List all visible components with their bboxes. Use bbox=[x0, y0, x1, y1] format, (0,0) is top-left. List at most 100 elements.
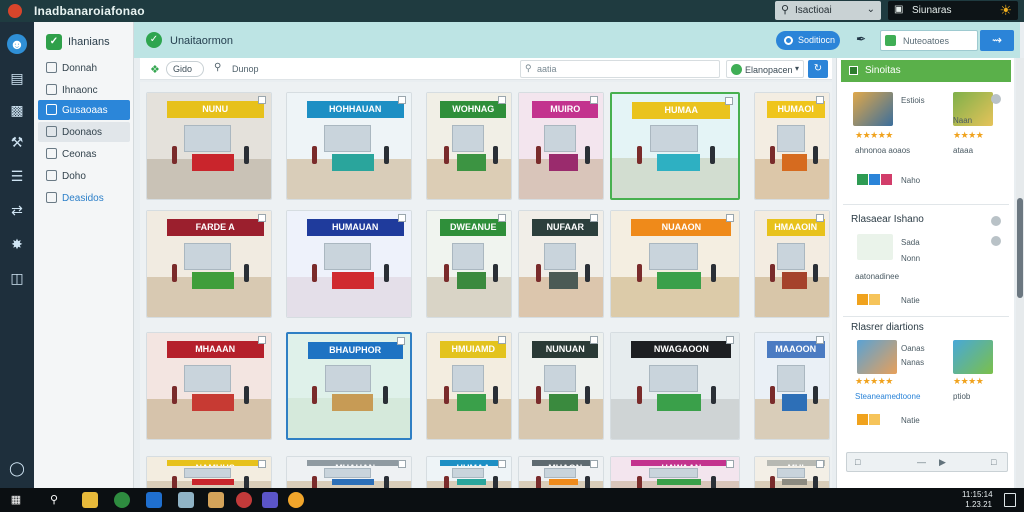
sidebar-item-3[interactable]: Gusaoaas bbox=[38, 100, 130, 120]
start-icon[interactable]: ▦ bbox=[8, 492, 24, 508]
store-design-card[interactable]: NAMUHS bbox=[146, 456, 272, 488]
flow-icon[interactable]: ⇄ bbox=[7, 200, 27, 220]
store-design-card[interactable]: NWAGAOON bbox=[610, 332, 740, 440]
select-checkbox[interactable] bbox=[590, 460, 598, 468]
panel-entry-1[interactable]: Estiois Naan ★★★★★ ★★★★ ahnonoa aoaos at… bbox=[843, 90, 1009, 190]
select-checkbox[interactable] bbox=[816, 214, 824, 222]
wrench-icon[interactable]: ⚒ bbox=[7, 132, 27, 152]
select-checkbox[interactable] bbox=[498, 214, 506, 222]
store-design-card[interactable]: HAWAAN bbox=[610, 456, 740, 488]
store-design-card[interactable]: FARDE A bbox=[146, 210, 272, 318]
pen-icon[interactable]: ✒ bbox=[856, 32, 866, 46]
sliders-icon[interactable]: ☰ bbox=[7, 166, 27, 186]
filter-search-label[interactable]: Dunop bbox=[232, 64, 259, 74]
browser-icon[interactable] bbox=[146, 492, 162, 508]
stack-icon[interactable]: ▤ bbox=[7, 68, 27, 88]
window-icon[interactable] bbox=[178, 492, 194, 508]
sidebar-item-4[interactable]: Doonaos bbox=[38, 122, 130, 142]
entry-meta[interactable]: Steaneamedtoone bbox=[855, 392, 920, 401]
store-design-card[interactable]: MUI bbox=[754, 456, 830, 488]
header-search-input[interactable]: Nuteoatoes bbox=[880, 30, 978, 51]
filter-select[interactable]: Elanopacen ▾ bbox=[726, 60, 804, 78]
panel-entry-3[interactable]: Oanas Nanas ★★★★★ ★★★★ Steaneamedtoone p… bbox=[843, 338, 1009, 438]
select-checkbox[interactable] bbox=[498, 96, 506, 104]
select-checkbox[interactable] bbox=[398, 214, 406, 222]
folder-icon[interactable] bbox=[82, 492, 98, 508]
sun-icon[interactable]: ☀ bbox=[999, 2, 1012, 19]
info-dot-icon[interactable] bbox=[991, 236, 1001, 246]
play-icon[interactable]: ▶ bbox=[939, 457, 946, 468]
select-checkbox[interactable] bbox=[258, 96, 266, 104]
account-button[interactable]: ▣ Siunaras ☀ bbox=[888, 1, 1018, 20]
app-icon[interactable] bbox=[114, 492, 130, 508]
select-checkbox[interactable] bbox=[397, 337, 405, 345]
files-icon[interactable] bbox=[208, 492, 224, 508]
notification-icon[interactable] bbox=[1004, 493, 1016, 507]
select-checkbox[interactable] bbox=[726, 460, 734, 468]
store-design-card[interactable]: NUAAON bbox=[610, 210, 740, 318]
select-checkbox[interactable] bbox=[816, 96, 824, 104]
store-design-card[interactable]: HUMAA bbox=[610, 92, 740, 200]
store-icon[interactable] bbox=[262, 492, 278, 508]
avatar-icon[interactable]: ☻ bbox=[7, 34, 27, 54]
filter-chip[interactable]: Gido bbox=[166, 61, 204, 77]
select-checkbox[interactable] bbox=[498, 460, 506, 468]
select-checkbox[interactable] bbox=[258, 214, 266, 222]
status-pill-button[interactable]: Soditiocn bbox=[776, 31, 840, 50]
store-design-card[interactable]: HUMAOI bbox=[754, 92, 830, 200]
store-design-card[interactable]: DWEANUE bbox=[426, 210, 512, 318]
store-design-card[interactable]: NUNU bbox=[146, 92, 272, 200]
select-checkbox[interactable] bbox=[816, 336, 824, 344]
store-design-card[interactable]: WOHNAG bbox=[426, 92, 512, 200]
select-checkbox[interactable] bbox=[398, 460, 406, 468]
store-design-card[interactable]: NUFAAR bbox=[518, 210, 604, 318]
select-checkbox[interactable] bbox=[725, 97, 733, 105]
select-checkbox[interactable] bbox=[258, 336, 266, 344]
vertical-scrollbar[interactable] bbox=[1016, 58, 1024, 488]
leaf-icon[interactable]: ❖ bbox=[150, 63, 160, 76]
shield-icon[interactable] bbox=[236, 492, 252, 508]
select-checkbox[interactable] bbox=[590, 96, 598, 104]
filter-search-input[interactable]: ⚲ aatia bbox=[520, 60, 720, 78]
search-go-button[interactable]: ⇝ bbox=[980, 30, 1014, 51]
square-icon[interactable]: □ bbox=[991, 457, 996, 467]
store-design-card[interactable]: MUAUAN bbox=[286, 456, 412, 488]
store-design-card[interactable]: MUIRO bbox=[518, 92, 604, 200]
select-checkbox[interactable] bbox=[726, 336, 734, 344]
store-design-card[interactable]: HUMAUAN bbox=[286, 210, 412, 318]
sidebar-item-6[interactable]: Doho bbox=[38, 166, 130, 186]
panel-entry-2[interactable]: Sada Nonn aatonadinee Natie bbox=[843, 232, 1009, 312]
store-design-card[interactable]: MUAON bbox=[518, 456, 604, 488]
sidebar-item-5[interactable]: Ceonas bbox=[38, 144, 130, 164]
store-design-card[interactable]: MAAOON bbox=[754, 332, 830, 440]
square-icon[interactable]: □ bbox=[855, 457, 860, 467]
sidebar-item-1[interactable]: Donnah bbox=[38, 58, 130, 78]
store-design-card[interactable]: HUMAA bbox=[426, 456, 512, 488]
title-search-dropdown[interactable]: ⚲ Isactioai ⌄ bbox=[775, 1, 881, 20]
store-design-card[interactable]: HMUIAMD bbox=[426, 332, 512, 440]
sidebar-item-7[interactable]: Deasidos bbox=[38, 188, 130, 208]
select-checkbox[interactable] bbox=[590, 214, 598, 222]
sidebar-item-2[interactable]: Ihnaonc bbox=[38, 80, 130, 100]
select-checkbox[interactable] bbox=[816, 460, 824, 468]
help-icon[interactable]: ◯ bbox=[7, 458, 27, 478]
storage-icon[interactable]: ◫ bbox=[7, 268, 27, 288]
media-control-bar[interactable]: □ ― ▶ □ bbox=[846, 452, 1008, 472]
store-design-card[interactable]: HOHHAUAN bbox=[286, 92, 412, 200]
store-design-card[interactable]: BHAUPHOR bbox=[286, 332, 412, 440]
store-design-card[interactable]: MHAAAN bbox=[146, 332, 272, 440]
layers-icon[interactable]: ▩ bbox=[7, 100, 27, 120]
info-dot-icon[interactable] bbox=[991, 94, 1001, 104]
puzzle-icon[interactable]: ✸ bbox=[7, 234, 27, 254]
select-checkbox[interactable] bbox=[590, 336, 598, 344]
store-design-card[interactable]: NUNUAN bbox=[518, 332, 604, 440]
scrollbar-thumb[interactable] bbox=[1017, 198, 1023, 298]
info-dot-icon[interactable] bbox=[991, 216, 1001, 226]
search-icon[interactable]: ⚲ bbox=[46, 492, 62, 508]
store-design-card[interactable]: HMAAOIN bbox=[754, 210, 830, 318]
select-checkbox[interactable] bbox=[398, 96, 406, 104]
refresh-button[interactable]: ↻ bbox=[808, 60, 828, 78]
select-checkbox[interactable] bbox=[258, 460, 266, 468]
chrome-icon[interactable] bbox=[288, 492, 304, 508]
select-checkbox[interactable] bbox=[498, 336, 506, 344]
